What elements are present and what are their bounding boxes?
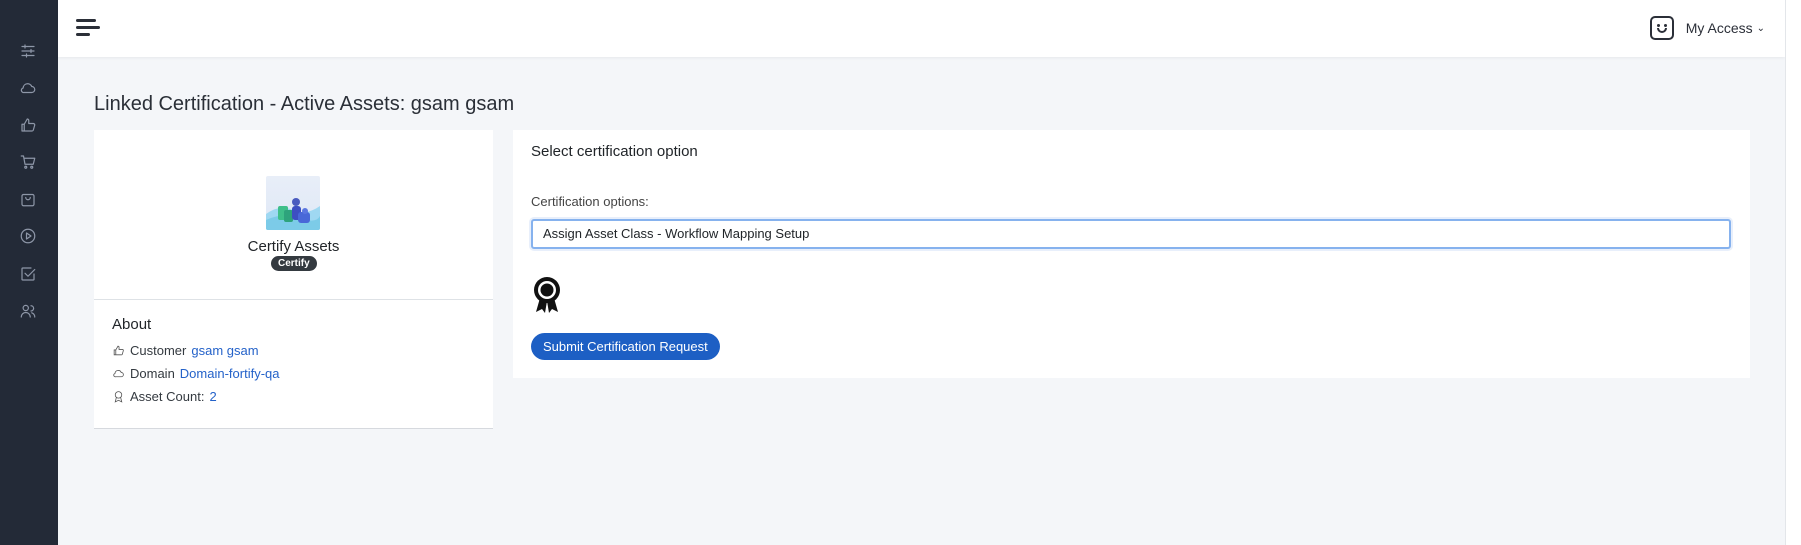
asset-card: Certify Assets Certify About Customer gs…: [94, 130, 493, 429]
certification-options-label: Certification options:: [531, 194, 649, 209]
sidebar: [0, 0, 58, 545]
check-square-icon[interactable]: [17, 263, 39, 285]
menu-toggle-icon[interactable]: [76, 18, 100, 38]
users-icon[interactable]: [17, 300, 39, 322]
user-menu-label: My Access: [1685, 20, 1753, 36]
about-section: About Customer gsam gsam Domain Domain-f…: [94, 300, 493, 424]
sliders-icon[interactable]: [17, 40, 39, 62]
asset-name: Certify Assets: [247, 238, 340, 255]
customer-link[interactable]: gsam gsam: [191, 343, 258, 358]
customer-row: Customer gsam gsam: [112, 339, 475, 362]
award-icon: [114, 391, 123, 403]
domain-link[interactable]: Domain-fortify-qa: [180, 366, 280, 381]
cloud-icon: [113, 370, 124, 378]
award-ribbon-icon: [531, 276, 563, 314]
top-bar: My Access ⌄: [58, 0, 1785, 57]
customer-label: Customer: [130, 343, 187, 358]
cart-icon[interactable]: [17, 151, 39, 173]
about-heading: About: [112, 316, 152, 333]
certification-card: Select certification option Certificatio…: [513, 130, 1750, 378]
certification-options-select[interactable]: Assign Asset Class - Workflow Mapping Se…: [531, 219, 1731, 249]
user-menu[interactable]: My Access ⌄: [1649, 15, 1765, 41]
smiley-avatar-icon: [1649, 16, 1674, 40]
asset-count-row: Asset Count: 2: [112, 385, 475, 408]
page-title: Linked Certification - Active Assets: gs…: [94, 93, 515, 115]
scrollbar-track[interactable]: [1785, 0, 1801, 545]
play-icon[interactable]: [17, 225, 39, 247]
asset-type-badge: Certify: [271, 256, 317, 271]
asset-illustration: [266, 176, 320, 230]
cloud-icon[interactable]: [17, 77, 39, 99]
asset-profile: Certify Assets Certify: [94, 130, 493, 300]
certification-heading: Select certification option: [531, 143, 698, 160]
thumbs-up-icon: [113, 345, 124, 356]
chevron-down-icon: ⌄: [1756, 22, 1765, 34]
bag-icon[interactable]: [17, 188, 39, 210]
thumbs-up-icon[interactable]: [17, 114, 39, 136]
asset-count-link[interactable]: 2: [209, 389, 216, 404]
asset-count-label: Asset Count:: [130, 389, 205, 404]
domain-label: Domain: [130, 366, 175, 381]
domain-row: Domain Domain-fortify-qa: [112, 362, 475, 385]
submit-certification-button[interactable]: Submit Certification Request: [531, 333, 720, 360]
